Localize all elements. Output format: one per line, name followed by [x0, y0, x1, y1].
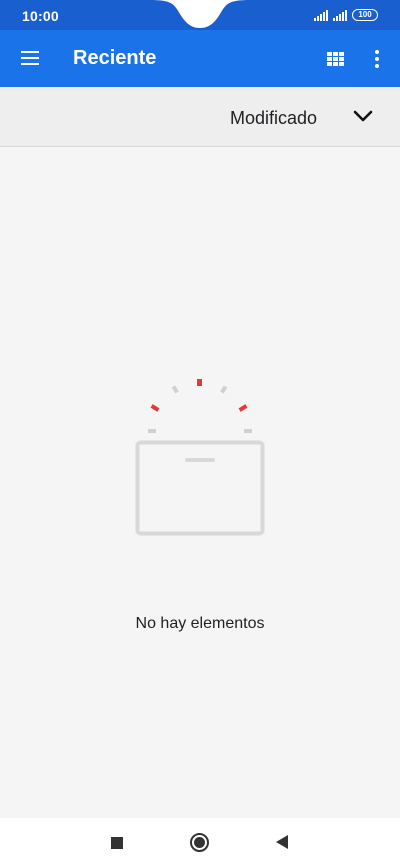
page-title: Reciente	[73, 47, 157, 69]
back-triangle-icon[interactable]	[276, 835, 288, 849]
signal-icon	[333, 9, 347, 21]
sort-bar[interactable]: Modificado	[0, 87, 400, 147]
battery-level: 100	[358, 10, 372, 19]
more-vert-icon[interactable]	[368, 46, 386, 72]
status-icons: 100	[314, 9, 378, 21]
home-circle-icon[interactable]	[190, 833, 209, 852]
content-area: No hay elementos	[0, 148, 400, 818]
status-bar: 10:00 100	[0, 0, 400, 30]
menu-icon[interactable]	[12, 38, 48, 78]
empty-message: No hay elementos	[135, 615, 265, 632]
chevron-down-icon[interactable]	[350, 105, 376, 129]
camera-notch	[150, 0, 250, 28]
status-time: 10:00	[22, 8, 59, 24]
recents-square-icon[interactable]	[111, 837, 123, 849]
signal-icon	[314, 9, 328, 21]
sort-label[interactable]: Modificado	[230, 108, 317, 129]
grid-view-icon[interactable]	[322, 47, 348, 71]
app-bar: Reciente	[0, 30, 400, 87]
navigation-bar	[0, 818, 400, 866]
empty-box-icon	[135, 379, 265, 536]
battery-icon: 100	[352, 9, 378, 21]
